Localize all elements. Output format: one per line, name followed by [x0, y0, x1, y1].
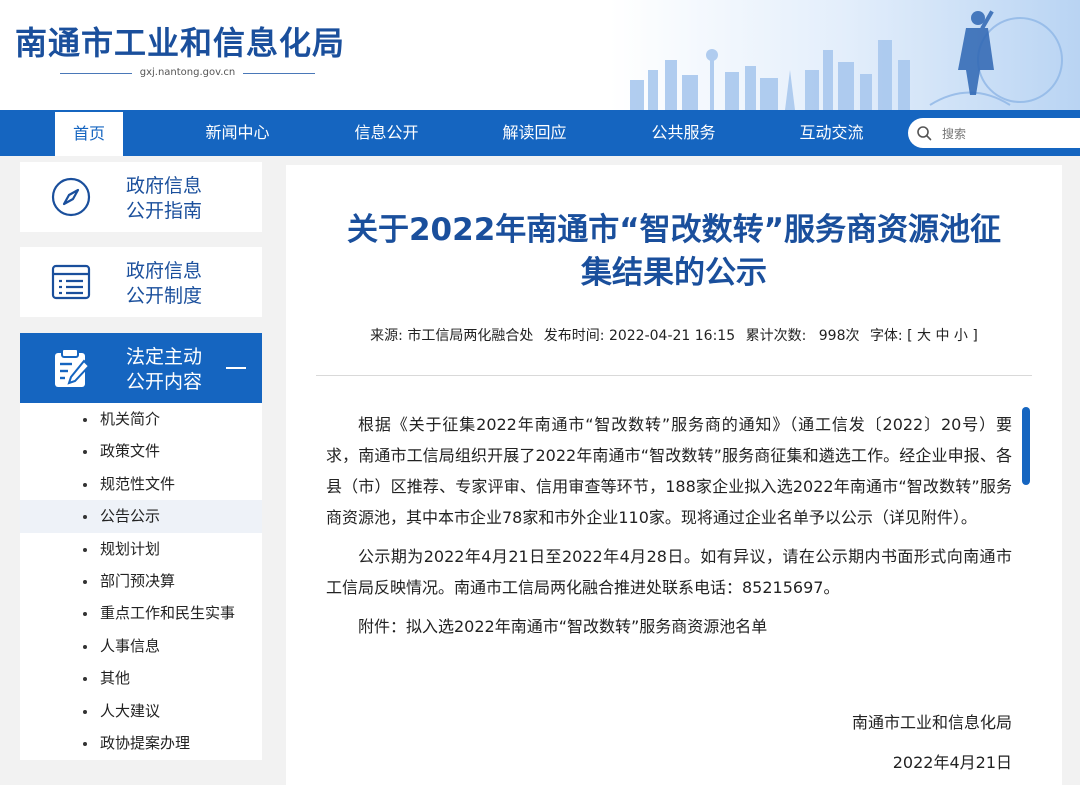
sidebar-item-label: 人事信息: [100, 636, 161, 655]
sidebar-item-announcements[interactable]: 公告公示: [20, 500, 262, 533]
article-body: 根据《关于征集2022年南通市“智改数转”服务商的通知》（通工信发〔2022〕2…: [326, 409, 1012, 651]
nav-home[interactable]: 首页: [55, 112, 123, 156]
sidebar-card-disclosure-system[interactable]: 政府信息 公开制度: [20, 247, 262, 317]
article-panel: 关于2022年南通市“智改数转”服务商资源池征 集结果的公示 来源: 市工信局两…: [286, 165, 1062, 785]
sidebar-item-key-work[interactable]: 重点工作和民生实事: [20, 597, 262, 629]
sidebar-item-other[interactable]: 其他: [20, 662, 262, 694]
clipboard-edit-icon: [55, 348, 91, 387]
sidebar-card-statutory-content[interactable]: 法定主动 公开内容: [20, 333, 262, 403]
sidebar-item-normative-docs[interactable]: 规范性文件: [20, 468, 262, 500]
sidebar-item-personnel[interactable]: 人事信息: [20, 630, 262, 662]
sidebar-item-label: 政策文件: [100, 442, 161, 461]
meta-divider: [316, 375, 1032, 376]
sidebar-item-label: 政协提案办理: [100, 733, 191, 752]
article-title-line2: 集结果的公示: [581, 255, 767, 291]
sidebar-item-label: 部门预决算: [100, 571, 176, 590]
article-meta: 来源: 市工信局两化融合处 发布时间: 2022-04-21 16:15 累计次…: [286, 325, 1062, 345]
attachment-link[interactable]: 附件：拟入选2022年南通市“智改数转”服务商资源池名单: [326, 611, 1012, 642]
article-title-line1: 关于2022年南通市“智改数转”服务商资源池征: [346, 212, 1002, 248]
meta-count-label: 累计次数:: [745, 328, 807, 344]
sidebar-item-label: 规划计划: [100, 539, 161, 558]
meta-source-label: 来源:: [370, 328, 403, 344]
article-paragraph: 公示期为2022年4月21日至2022年4月28日。如有异议，请在公示期内书面形…: [326, 547, 1012, 597]
sidebar-card-label-line1: 法定主动: [126, 346, 203, 368]
city-skyline-banner: [610, 0, 1080, 110]
search-icon[interactable]: [916, 125, 932, 141]
scrollbar-thumb[interactable]: [1022, 407, 1030, 485]
sidebar-card-label-line1: 政府信息: [126, 175, 203, 197]
nav-interpretation[interactable]: 解读回应: [487, 110, 582, 156]
site-header: 南通市工业和信息化局 gxj.nantong.gov.cn: [0, 0, 1080, 110]
article-title: 关于2022年南通市“智改数转”服务商资源池征 集结果的公示: [306, 209, 1042, 295]
collapse-icon[interactable]: [226, 367, 246, 369]
sidebar-item-label: 规范性文件: [100, 474, 176, 493]
sidebar-item-plans[interactable]: 规划计划: [20, 533, 262, 565]
sidebar-item-policy-docs[interactable]: 政策文件: [20, 435, 262, 467]
font-size-options[interactable]: [ 大 中 小 ]: [907, 328, 978, 344]
sidebar-item-label: 人大建议: [100, 701, 161, 720]
signature-date: 2022年4月21日: [892, 753, 1012, 772]
nav-public-service[interactable]: 公共服务: [636, 110, 731, 156]
nav-news-center[interactable]: 新闻中心: [190, 110, 285, 156]
compass-icon: [51, 177, 91, 217]
search-box[interactable]: [908, 118, 1080, 148]
meta-count: 998次: [818, 328, 860, 344]
nav-interaction[interactable]: 互动交流: [784, 110, 879, 156]
sidebar-card-disclosure-guide[interactable]: 政府信息 公开指南: [20, 162, 262, 232]
sidebar-item-org-intro[interactable]: 机关简介: [20, 403, 262, 435]
sidebar-item-npc-suggestions[interactable]: 人大建议: [20, 695, 262, 727]
meta-time: 2022-04-21 16:15: [608, 328, 736, 344]
sidebar-card-label-line2: 公开内容: [126, 371, 203, 393]
meta-font-label: 字体:: [869, 328, 903, 344]
sidebar-item-label: 公告公示: [100, 507, 161, 526]
search-input[interactable]: [940, 123, 1074, 145]
sidebar-card-label-line1: 政府信息: [126, 260, 203, 282]
sidebar-item-label: 其他: [100, 669, 131, 688]
document-list-icon: [51, 264, 91, 300]
site-domain-text: gxj.nantong.gov.cn: [139, 67, 236, 78]
sidebar-item-budget[interactable]: 部门预决算: [20, 565, 262, 597]
sidebar-card-label-line2: 公开指南: [126, 200, 203, 222]
nav-info-disclosure[interactable]: 信息公开: [339, 110, 434, 156]
sidebar-item-label: 机关简介: [100, 410, 161, 428]
meta-time-label: 发布时间:: [543, 328, 605, 344]
signature-org: 南通市工业和信息化局: [851, 713, 1012, 732]
meta-source: 市工信局两化融合处: [407, 328, 534, 344]
site-title[interactable]: 南通市工业和信息化局: [15, 18, 345, 64]
sidebar-submenu: 机关简介 政策文件 规范性文件 公告公示 规划计划 部门预决算 重点工作和民生实…: [20, 403, 262, 760]
main-nav: 首页 新闻中心 信息公开 解读回应 公共服务 互动交流: [0, 110, 1080, 156]
sidebar-item-cppcc-proposals[interactable]: 政协提案办理: [20, 727, 262, 759]
sidebar-item-label: 重点工作和民生实事: [100, 604, 236, 623]
site-domain: gxj.nantong.gov.cn: [60, 67, 315, 79]
article-paragraph: 根据《关于征集2022年南通市“智改数转”服务商的通知》（通工信发〔2022〕2…: [326, 415, 1012, 527]
sidebar-card-label-line2: 公开制度: [126, 285, 203, 307]
